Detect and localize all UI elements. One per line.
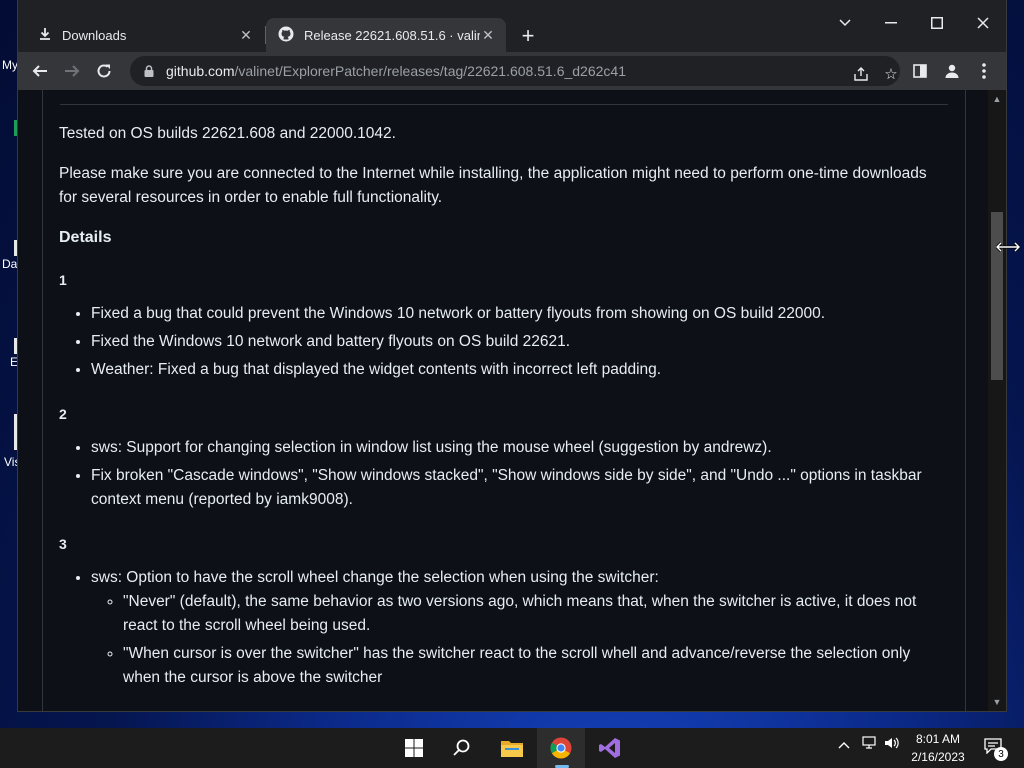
details-heading: Details [59, 229, 112, 246]
list-item: sws: Option to have the scroll wheel cha… [91, 566, 939, 690]
tab-label: Downloads [62, 27, 127, 43]
desktop-icon-label[interactable]: E [10, 355, 18, 369]
desktop-icon-label[interactable]: My [2, 58, 18, 72]
file-explorer-icon[interactable] [492, 732, 532, 764]
close-window-button[interactable] [960, 8, 1006, 38]
section-heading: 2 [59, 406, 67, 422]
tab-strip: Downloads ✕ Release 22621.608.51.6 · val… [18, 0, 1006, 52]
browser-window: Downloads ✕ Release 22621.608.51.6 · val… [18, 0, 1006, 711]
vertical-scrollbar[interactable]: ▲ ▼ [988, 90, 1006, 711]
page-viewport[interactable]: Tested on OS builds 22621.608 and 22000.… [18, 90, 988, 711]
back-button[interactable] [26, 57, 54, 85]
notification-count-badge: 3 [994, 747, 1008, 761]
bookmark-star-icon[interactable]: ☆ [878, 61, 904, 87]
tab-search-icon[interactable] [822, 8, 868, 38]
list-item: Fixed a bug that could prevent the Windo… [91, 302, 939, 326]
download-icon [38, 27, 52, 44]
show-hidden-icons-chevron-icon[interactable] [838, 736, 850, 752]
scrollbar-thumb[interactable] [991, 212, 1003, 380]
change-list: sws: Support for changing selection in w… [59, 436, 939, 512]
github-icon [278, 26, 294, 45]
minimize-button[interactable] [868, 8, 914, 38]
volume-icon[interactable] [884, 736, 900, 753]
browser-toolbar: github.com/valinet/ExplorerPatcher/relea… [18, 52, 1006, 90]
desktop-icon-label[interactable]: Da [2, 257, 17, 271]
sub-list: "Never" (default), the same behavior as … [91, 590, 939, 690]
list-item: Fix broken "Cascade windows", "Show wind… [91, 464, 939, 512]
resize-cursor-icon [994, 240, 1022, 256]
tested-builds-text: Tested on OS builds 22621.608 and 22000.… [59, 125, 396, 142]
scroll-down-arrow-icon[interactable]: ▼ [988, 693, 1006, 711]
scroll-up-arrow-icon[interactable]: ▲ [988, 90, 1006, 108]
windows-start-icon[interactable] [394, 732, 434, 764]
taskbar-clock[interactable]: 8:01 AM 2/16/2023 [903, 730, 973, 766]
url-path: /valinet/ExplorerPatcher/releases/tag/22… [234, 63, 626, 79]
close-tab-icon[interactable]: ✕ [480, 27, 496, 43]
url-text: github.com/valinet/ExplorerPatcher/relea… [166, 63, 626, 79]
visual-studio-icon[interactable] [590, 732, 630, 764]
maximize-button[interactable] [914, 8, 960, 38]
tab-release[interactable]: Release 22621.608.51.6 · valinet/E ✕ [266, 18, 506, 52]
section-heading: 3 [59, 536, 67, 552]
tab-label: Release 22621.608.51.6 · valinet/E [304, 27, 480, 43]
tab-downloads[interactable]: Downloads ✕ [26, 18, 264, 52]
list-item: Fixed the Windows 10 network and battery… [91, 330, 939, 354]
change-list: sws: Option to have the scroll wheel cha… [59, 566, 939, 690]
list-item-text: sws: Option to have the scroll wheel cha… [91, 569, 659, 586]
clock-date: 2/16/2023 [911, 750, 965, 764]
sub-list-item: "Never" (default), the same behavior as … [123, 590, 939, 638]
divider [60, 104, 948, 105]
section-heading: 1 [59, 272, 67, 288]
network-icon[interactable] [862, 736, 878, 753]
url-host: github.com [166, 63, 235, 79]
chrome-icon[interactable] [541, 732, 581, 764]
lock-icon[interactable] [142, 64, 156, 78]
taskbar: 8:01 AM 2/16/2023 3 [0, 728, 1024, 768]
clock-time: 8:01 AM [915, 732, 961, 746]
list-item: Weather: Fixed a bug that displayed the … [91, 358, 939, 382]
side-panel-icon[interactable] [906, 57, 934, 85]
forward-button[interactable] [58, 57, 86, 85]
list-item: sws: Support for changing selection in w… [91, 436, 939, 460]
desktop-icon-glyph [14, 414, 17, 450]
release-notes-panel: Tested on OS builds 22621.608 and 22000.… [42, 90, 966, 711]
reload-button[interactable] [90, 57, 118, 85]
new-tab-button[interactable]: + [514, 22, 542, 50]
profile-icon[interactable] [938, 57, 966, 85]
address-bar[interactable]: github.com/valinet/ExplorerPatcher/relea… [130, 56, 900, 86]
close-tab-icon[interactable]: ✕ [238, 27, 254, 43]
change-list: Fixed a bug that could prevent the Windo… [59, 302, 939, 382]
release-notes-body: Tested on OS builds 22621.608 and 22000.… [59, 122, 939, 711]
search-icon[interactable] [442, 732, 482, 764]
menu-kebab-icon[interactable] [970, 57, 998, 85]
sub-list-item: "When cursor is over the switcher" has t… [123, 642, 939, 690]
share-icon[interactable] [848, 61, 874, 87]
internet-note-text: Please make sure you are connected to th… [59, 165, 927, 206]
